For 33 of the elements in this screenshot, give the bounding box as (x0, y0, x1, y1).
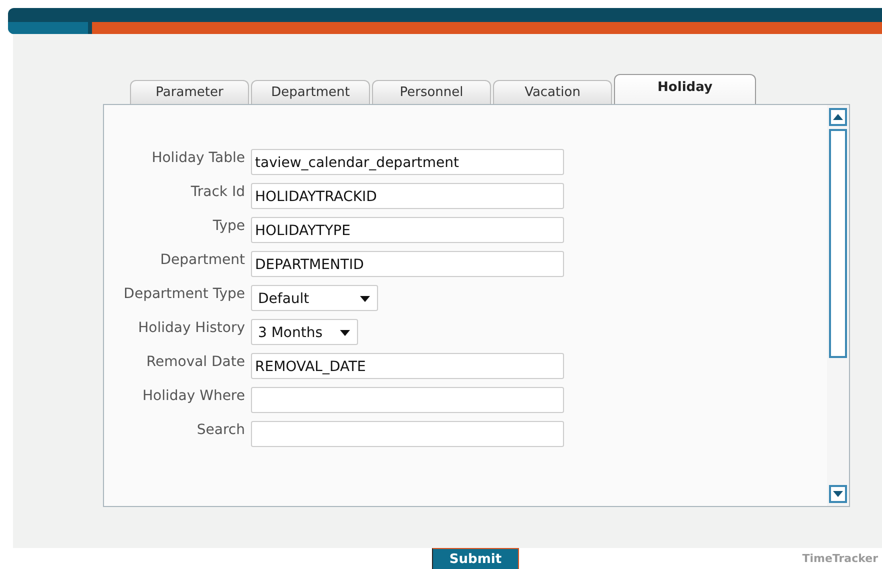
footer-brand: TimeTracker (802, 552, 878, 565)
input-field[interactable]: REMOVAL_DATE (251, 353, 564, 379)
scrollbar[interactable] (827, 105, 849, 506)
tab[interactable]: Vacation (493, 80, 612, 104)
field-label: Search (196, 421, 245, 438)
field-label: Track Id (190, 183, 245, 200)
scroll-down-button[interactable] (829, 485, 847, 503)
input-field[interactable] (251, 387, 564, 413)
input-field[interactable]: DEPARTMENTID (251, 251, 564, 277)
down-arrow-icon (833, 491, 843, 497)
dropdown[interactable]: Default (251, 285, 378, 311)
input-field[interactable]: HOLIDAYTRACKID (251, 183, 564, 209)
field-label: Department Type (122, 285, 245, 302)
field-label: Type (212, 217, 245, 234)
caret-icon (360, 296, 370, 302)
tab[interactable]: Personnel (372, 80, 491, 104)
dropdown[interactable]: 3 Months (251, 319, 358, 345)
field-label: Holiday Where (142, 387, 245, 404)
input-field[interactable]: taview_calendar_department (251, 149, 564, 175)
scrollbar-thumb[interactable] (829, 129, 847, 358)
submit-button[interactable]: Submit (432, 548, 519, 569)
input-field[interactable] (251, 421, 564, 447)
up-arrow-icon (833, 114, 843, 120)
field-label: Department (159, 251, 245, 268)
tab[interactable]: Parameter (130, 80, 249, 104)
field-label: Holiday History (137, 319, 245, 336)
scroll-up-button[interactable] (829, 108, 847, 126)
tab[interactable]: Department (251, 80, 370, 104)
field-label: Removal Date (145, 353, 245, 370)
caret-icon (340, 330, 350, 336)
field-label: Holiday Table (150, 149, 245, 166)
input-field[interactable]: HOLIDAYTYPE (251, 217, 564, 243)
tab[interactable]: Holiday (614, 74, 756, 104)
